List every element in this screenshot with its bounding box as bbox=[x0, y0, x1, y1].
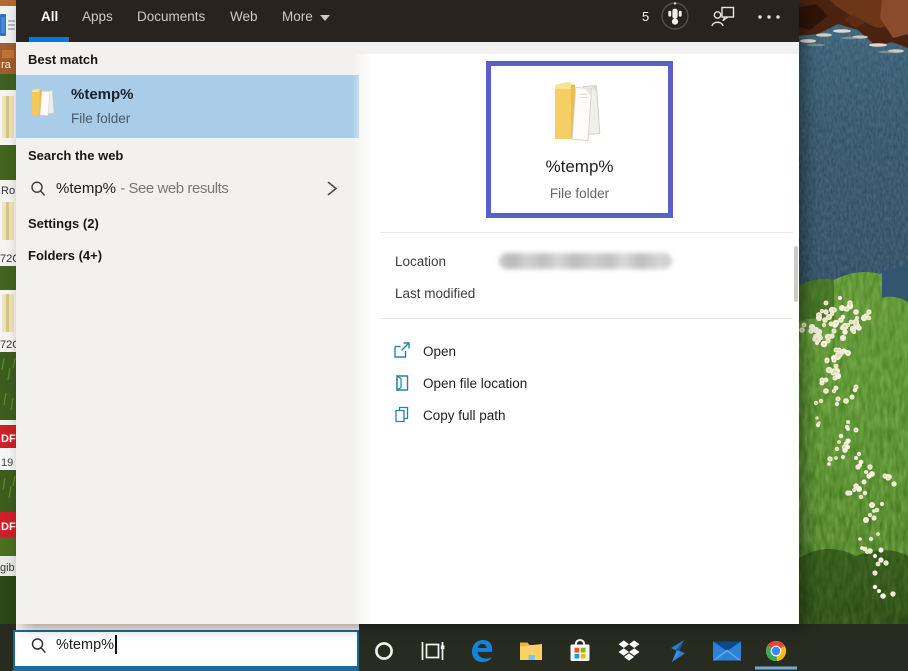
svg-text:DF: DF bbox=[1, 433, 16, 445]
svg-text:72C: 72C bbox=[0, 253, 16, 265]
svg-text:gib: gib bbox=[0, 562, 15, 574]
svg-text:19: 19 bbox=[1, 457, 13, 469]
svg-text:Ro: Ro bbox=[1, 185, 15, 197]
svg-text:DF: DF bbox=[1, 521, 16, 533]
svg-text:72C: 72C bbox=[0, 339, 16, 351]
svg-text:ra: ra bbox=[1, 59, 12, 71]
